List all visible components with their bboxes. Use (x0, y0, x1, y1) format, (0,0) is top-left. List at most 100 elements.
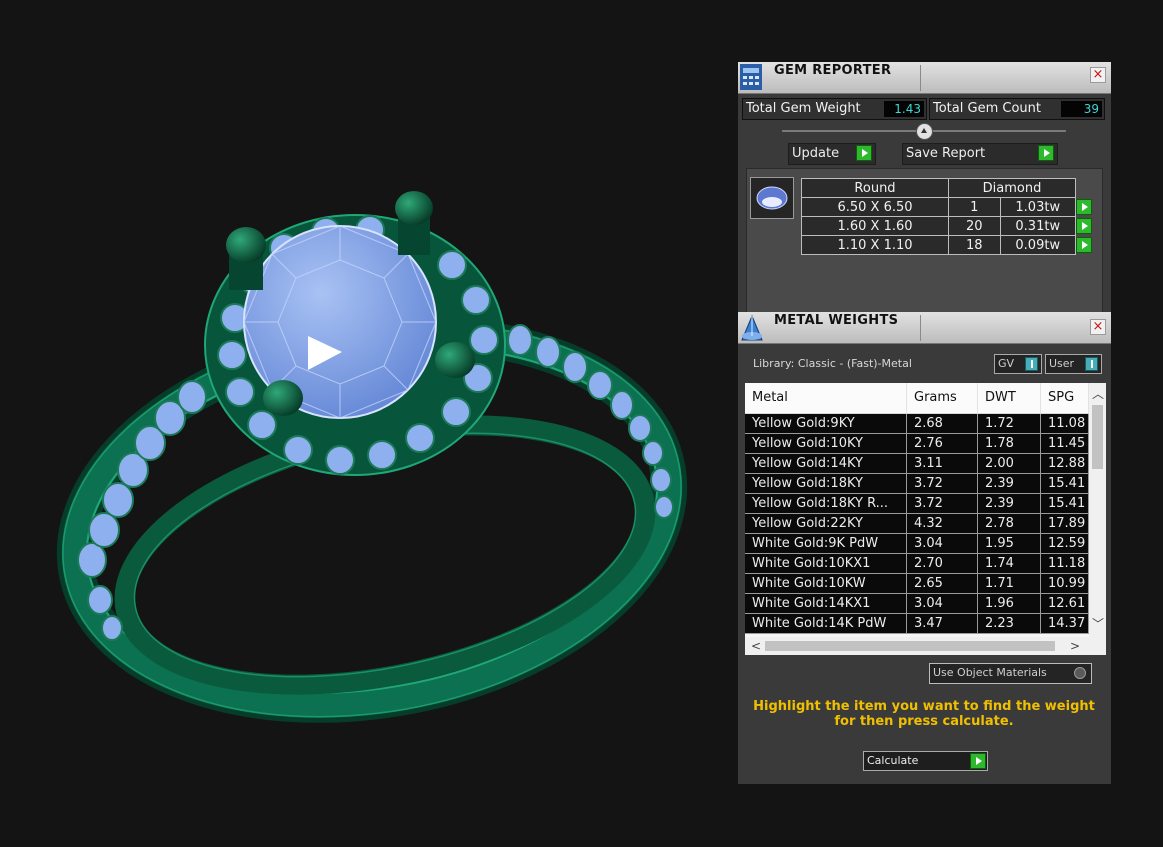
round-gem-icon (756, 186, 788, 210)
calculate-button[interactable]: Calculate (863, 751, 988, 771)
metal-weights-close-icon[interactable]: × (1090, 319, 1106, 335)
library-label: Library: Classic - (Fast)-Metal (753, 357, 912, 370)
metal-name-cell: Yellow Gold:14KY (745, 454, 907, 474)
column-header-grams[interactable]: Grams (907, 383, 978, 413)
scroll-up-icon[interactable]: ︿ (1092, 387, 1104, 401)
total-gem-weight-field: Total Gem Weight 1.43 (742, 98, 927, 120)
gv-toggle[interactable]: GV (994, 354, 1042, 374)
gem-row-play-icon[interactable] (1076, 236, 1092, 253)
dwt-cell: 2.00 (978, 454, 1041, 474)
grams-cell: 3.72 (907, 474, 978, 494)
gem-count: 18 (948, 235, 1001, 255)
table-row[interactable]: White Gold:10KW 2.65 1.71 10.99 (745, 574, 1089, 594)
table-row[interactable]: White Gold:14K PdW 3.47 2.23 14.37 (745, 614, 1089, 634)
metal-name-cell: White Gold:9K PdW (745, 534, 907, 554)
user-toggle[interactable]: User (1045, 354, 1102, 374)
metal-name-cell: Yellow Gold:18KY R... (745, 494, 907, 514)
gem-weight: 0.09tw (999, 235, 1077, 255)
update-label: Update (792, 146, 840, 161)
total-gem-weight-value: 1.43 (884, 101, 924, 117)
metal-name-cell: White Gold:14KX1 (745, 594, 907, 614)
grams-cell: 2.70 (907, 554, 978, 574)
user-toggle-icon[interactable] (1085, 357, 1098, 371)
splitter-knob-icon[interactable] (916, 123, 933, 140)
table-row[interactable]: Yellow Gold:22KY 4.32 2.78 17.89 (745, 514, 1089, 534)
spg-cell: 11.18 (1041, 554, 1089, 574)
spg-cell: 12.61 (1041, 594, 1089, 614)
gem-weight: 0.31tw (999, 216, 1077, 236)
gem-reporter-title: GEM REPORTER (774, 63, 892, 78)
spg-cell: 17.89 (1041, 514, 1089, 534)
gem-row-play-icon[interactable] (1076, 198, 1092, 215)
save-report-label: Save Report (906, 146, 986, 161)
gem-reporter-titlebar[interactable]: GEM REPORTER × (738, 62, 1111, 94)
ring-model (56, 191, 688, 723)
calculate-label: Calculate (867, 754, 919, 767)
update-button[interactable]: Update (788, 143, 876, 165)
spg-cell: 11.45 (1041, 434, 1089, 454)
table-row[interactable]: White Gold:10KX1 2.70 1.74 11.18 (745, 554, 1089, 574)
gem-count: 1 (948, 197, 1001, 217)
spg-cell: 14.37 (1041, 614, 1089, 634)
dwt-cell: 2.23 (978, 614, 1041, 634)
metal-name-cell: White Gold:14K PdW (745, 614, 907, 634)
vertical-scroll-thumb[interactable] (1092, 405, 1103, 469)
grams-cell: 3.47 (907, 614, 978, 634)
table-row[interactable]: White Gold:14KX1 3.04 1.96 12.61 (745, 594, 1089, 614)
table-row[interactable]: Yellow Gold:18KY R... 3.72 2.39 15.41 (745, 494, 1089, 514)
table-row[interactable]: White Gold:9K PdW 3.04 1.95 12.59 (745, 534, 1089, 554)
table-row[interactable]: Yellow Gold:10KY 2.76 1.78 11.45 (745, 434, 1089, 454)
metal-name-cell: White Gold:10KX1 (745, 554, 907, 574)
scroll-left-icon[interactable]: < (751, 639, 761, 653)
3d-viewport[interactable] (0, 0, 735, 843)
vertical-scrollbar[interactable]: ︿ ﹀ (1089, 383, 1106, 637)
use-object-materials-label: Use Object Materials (933, 666, 1047, 679)
metal-weights-title: METAL WEIGHTS (774, 313, 899, 328)
total-gem-count-field: Total Gem Count 39 (929, 98, 1105, 120)
metal-name-cell: Yellow Gold:9KY (745, 414, 907, 434)
update-play-icon[interactable] (856, 145, 872, 161)
horizontal-scroll-thumb[interactable] (765, 641, 1055, 651)
dwt-cell: 1.72 (978, 414, 1041, 434)
calculate-play-icon[interactable] (970, 753, 986, 769)
spg-cell: 10.99 (1041, 574, 1089, 594)
gv-label: GV (998, 357, 1015, 370)
instruction-line-1: Highlight the item you want to find the … (753, 699, 1095, 714)
save-report-button[interactable]: Save Report (902, 143, 1058, 165)
gem-reporter-close-icon[interactable]: × (1090, 67, 1106, 83)
spg-cell: 12.59 (1041, 534, 1089, 554)
gem-size: 1.10 X 1.10 (801, 235, 949, 255)
use-object-materials-radio-icon[interactable] (1074, 667, 1086, 679)
horizontal-scrollbar[interactable]: < > (745, 637, 1089, 655)
scroll-right-icon[interactable]: > (1070, 639, 1080, 653)
scroll-down-icon[interactable]: ﹀ (1092, 617, 1104, 631)
column-header-spg[interactable]: SPG (1041, 383, 1089, 413)
gem-reporter-panel: GEM REPORTER × Total Gem Weight 1.43 Tot… (738, 62, 1111, 314)
gem-row-play-icon[interactable] (1076, 217, 1092, 234)
gem-size: 6.50 X 6.50 (801, 197, 949, 217)
column-header-metal[interactable]: Metal (745, 383, 907, 413)
metal-weights-icon (740, 314, 763, 341)
grams-cell: 2.76 (907, 434, 978, 454)
spg-cell: 15.41 (1041, 474, 1089, 494)
calculate-instructions: Highlight the item you want to find the … (752, 699, 1096, 729)
metal-weights-titlebar[interactable]: METAL WEIGHTS × (738, 312, 1111, 344)
column-header-dwt[interactable]: DWT (978, 383, 1041, 413)
gem-row[interactable]: 1.10 X 1.10 18 0.09tw (801, 235, 1099, 255)
use-object-materials-toggle[interactable]: Use Object Materials (929, 663, 1092, 684)
gem-count: 20 (948, 216, 1001, 236)
spg-cell: 11.08 (1041, 414, 1089, 434)
metal-table-header: Metal Grams DWT SPG (745, 383, 1089, 414)
save-report-play-icon[interactable] (1038, 145, 1054, 161)
gv-toggle-icon[interactable] (1025, 357, 1038, 371)
gem-row[interactable]: 6.50 X 6.50 1 1.03tw (801, 197, 1099, 217)
table-row[interactable]: Yellow Gold:9KY 2.68 1.72 11.08 (745, 414, 1089, 434)
gem-shape-thumbnail[interactable] (750, 177, 794, 219)
dwt-cell: 2.39 (978, 494, 1041, 514)
table-row[interactable]: Yellow Gold:14KY 3.11 2.00 12.88 (745, 454, 1089, 474)
grams-cell: 3.04 (907, 594, 978, 614)
metal-name-cell: Yellow Gold:22KY (745, 514, 907, 534)
table-row[interactable]: Yellow Gold:18KY 3.72 2.39 15.41 (745, 474, 1089, 494)
gem-row[interactable]: 1.60 X 1.60 20 0.31tw (801, 216, 1099, 236)
spg-cell: 12.88 (1041, 454, 1089, 474)
